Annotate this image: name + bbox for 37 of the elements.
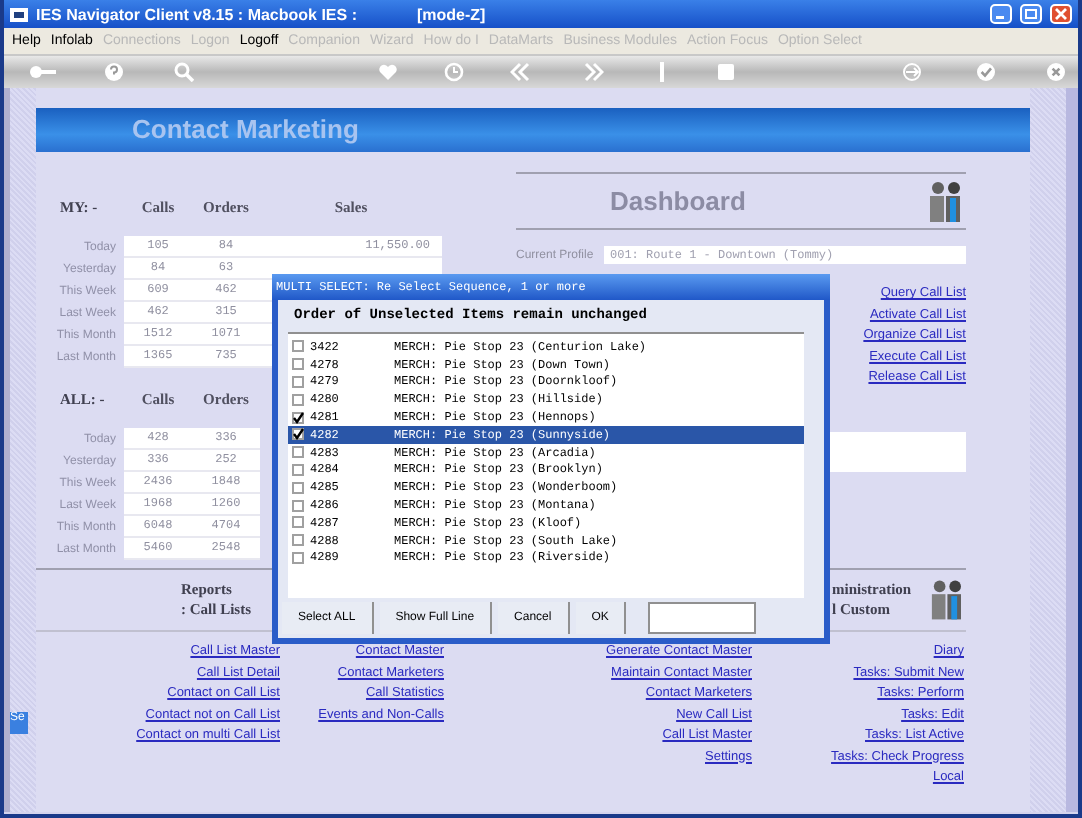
app-icon xyxy=(10,5,28,23)
square-icon[interactable] xyxy=(716,62,736,82)
blank-panel xyxy=(830,432,966,472)
checkbox[interactable] xyxy=(292,393,304,406)
page-header: Contact Marketing xyxy=(36,108,1030,152)
checkbox[interactable] xyxy=(292,411,304,424)
checkbox[interactable] xyxy=(292,358,304,371)
people-icon xyxy=(927,578,966,622)
checkbox[interactable] xyxy=(292,446,304,459)
bar-icon[interactable] xyxy=(658,62,666,82)
heart-icon[interactable] xyxy=(378,62,398,82)
input-field[interactable] xyxy=(648,602,757,634)
check-icon[interactable] xyxy=(976,62,996,82)
checkbox[interactable] xyxy=(292,340,304,353)
close-icon[interactable] xyxy=(1050,4,1072,24)
exit-arrow-icon[interactable] xyxy=(902,62,922,82)
checkbox[interactable] xyxy=(292,428,304,441)
checkbox[interactable] xyxy=(292,551,304,564)
checkbox[interactable] xyxy=(292,375,304,388)
checkbox[interactable] xyxy=(292,463,304,476)
maximize-icon[interactable] xyxy=(1020,4,1042,24)
window-mode: [mode-Z] xyxy=(417,5,486,23)
minimize-icon[interactable] xyxy=(990,4,1012,24)
clock-icon[interactable] xyxy=(444,62,464,82)
checkbox[interactable] xyxy=(292,534,304,547)
people-icon xyxy=(926,179,966,223)
checkbox[interactable] xyxy=(292,499,304,512)
checkbox[interactable] xyxy=(292,516,304,529)
close-icon[interactable] xyxy=(1046,62,1066,82)
window-title: IES Navigator Client v8.15 : Macbook IES : xyxy=(36,5,357,23)
help-icon[interactable] xyxy=(104,62,124,82)
dashboard-title: Dashboard xyxy=(610,186,746,216)
double-left-arrow-icon[interactable] xyxy=(510,62,530,82)
key-icon[interactable] xyxy=(28,62,56,82)
checkbox[interactable] xyxy=(292,481,304,494)
search-icon[interactable] xyxy=(174,62,194,82)
double-right-arrow-icon[interactable] xyxy=(584,62,604,82)
